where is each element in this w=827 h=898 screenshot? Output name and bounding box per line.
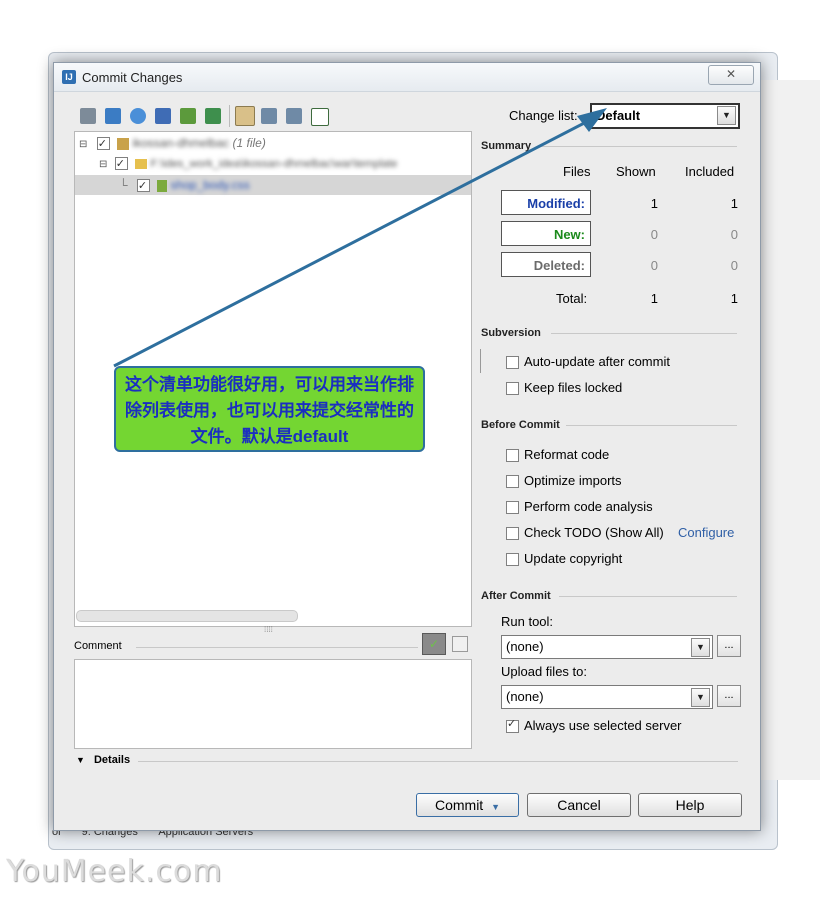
annotation-note: 这个清单功能很好用，可以用来当作排除列表使用，也可以用来提交经常性的文件。默认是… bbox=[114, 366, 425, 452]
arrow-line bbox=[113, 116, 595, 368]
watermark: YouMeek.com bbox=[6, 854, 223, 889]
arrow-head bbox=[577, 108, 607, 132]
